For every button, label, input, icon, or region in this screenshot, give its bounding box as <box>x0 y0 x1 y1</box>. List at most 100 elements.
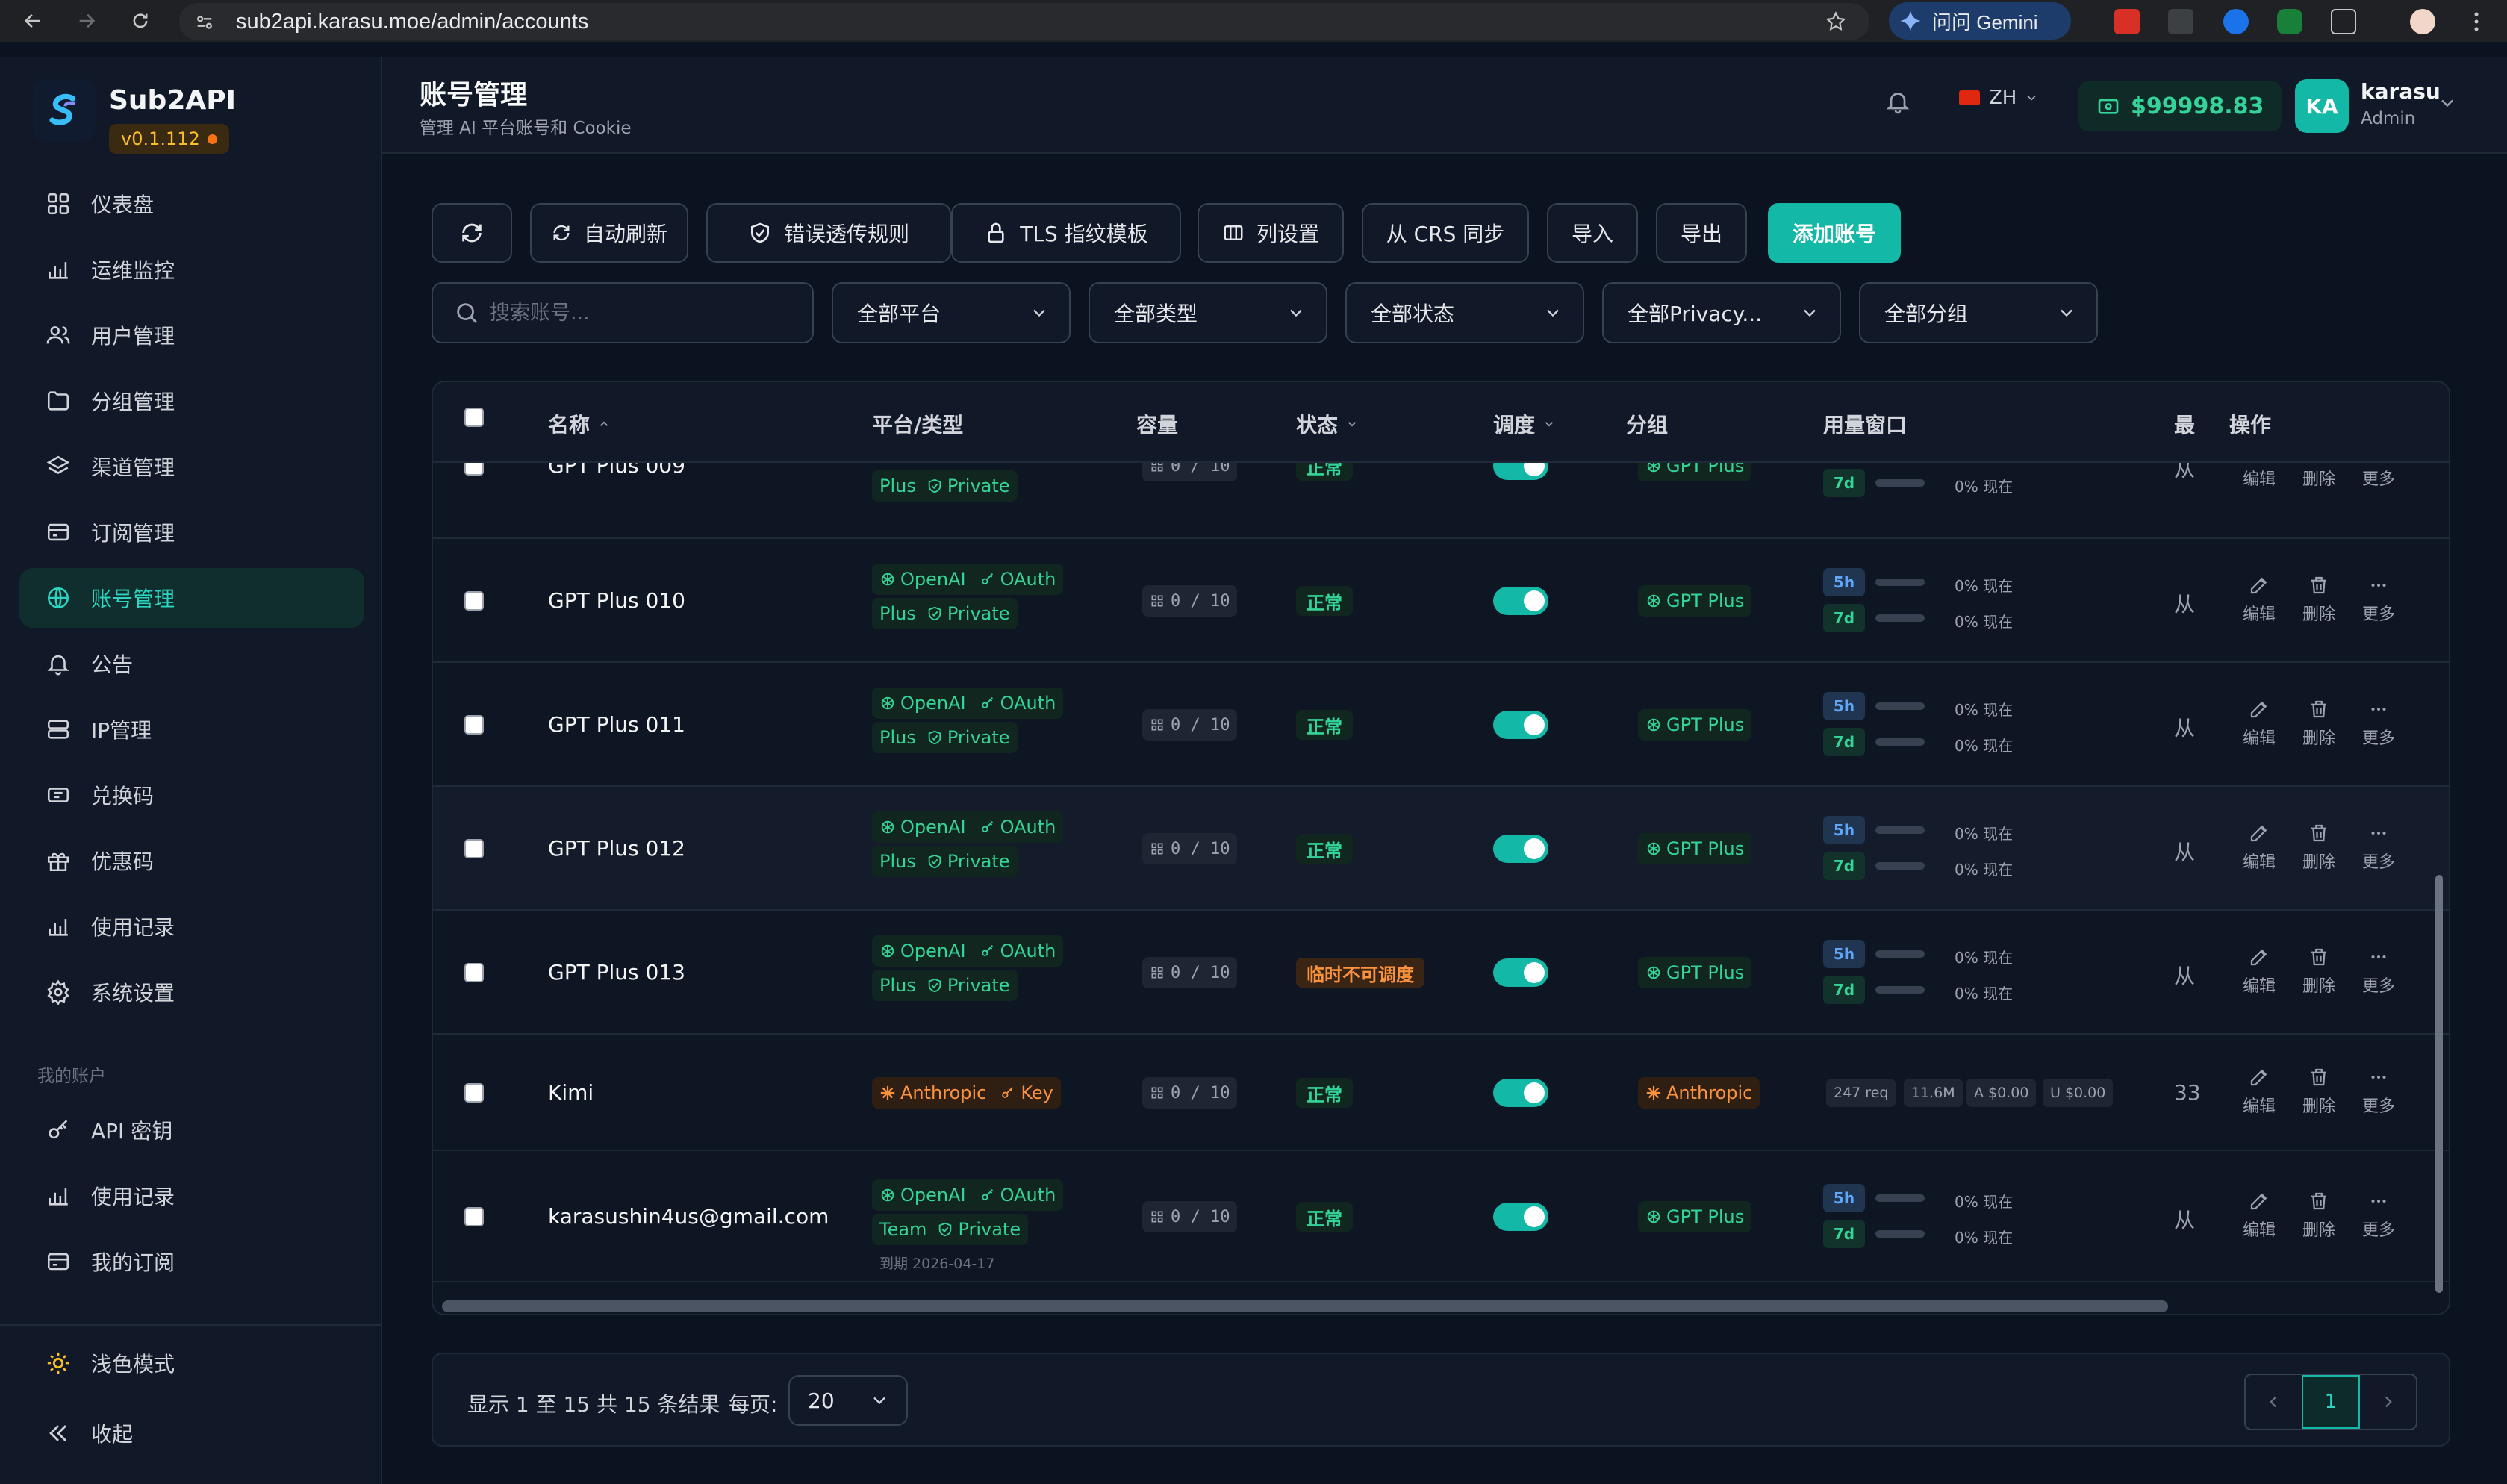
sidebar-item-4[interactable]: 渠道管理 <box>19 437 364 496</box>
bookmark-star-icon[interactable] <box>1825 10 1847 33</box>
th-status[interactable]: 状态 <box>1296 409 1359 439</box>
sidebar-item-11[interactable]: 使用记录 <box>19 897 364 956</box>
my-item-0[interactable]: API 密钥 <box>19 1100 364 1160</box>
delete-action[interactable]: 删除 <box>2296 1066 2341 1117</box>
collapse-sidebar-button[interactable]: 收起 <box>19 1403 364 1463</box>
user-avatar[interactable]: KA <box>2295 79 2349 133</box>
th-name[interactable]: 名称 <box>548 409 611 439</box>
account-name[interactable]: GPT Plus 010 <box>548 588 685 613</box>
horizontal-scrollbar[interactable] <box>442 1300 2168 1312</box>
table-row[interactable]: GPT Plus 013 OpenAI OAuth Plus Private 0 / 10… <box>433 911 2449 1035</box>
gemini-button[interactable]: 问问 Gemini <box>1889 2 2071 40</box>
edit-action[interactable]: 编辑 <box>2237 1066 2282 1117</box>
schedule-toggle[interactable] <box>1493 958 1548 987</box>
more-action[interactable]: 更多 <box>2356 1066 2401 1117</box>
next-page-button[interactable] <box>2360 1375 2416 1429</box>
edit-action[interactable]: 编辑 <box>2237 698 2282 749</box>
language-selector[interactable]: ZH <box>1959 87 2039 109</box>
edit-action[interactable]: 编辑 <box>2237 822 2282 873</box>
sidebar-item-12[interactable]: 系统设置 <box>19 962 364 1022</box>
extension-password-icon[interactable] <box>2223 9 2249 34</box>
delete-action[interactable]: 删除 <box>2296 946 2341 997</box>
account-name[interactable]: Kimi <box>548 1080 594 1105</box>
more-action[interactable]: 更多 <box>2356 574 2401 625</box>
schedule-toggle[interactable] <box>1493 587 1548 615</box>
sidebar-item-0[interactable]: 仪表盘 <box>19 174 364 234</box>
sidebar-item-9[interactable]: 兑换码 <box>19 765 364 825</box>
user-menu-chevron-icon[interactable] <box>2437 93 2458 113</box>
edit-action[interactable]: 编辑 <box>2237 1190 2282 1241</box>
forward-icon[interactable] <box>73 7 100 34</box>
privacy-filter[interactable]: 全部Privacy... <box>1602 282 1841 343</box>
page-1-button[interactable]: 1 <box>2301 1375 2361 1429</box>
sidebar-item-8[interactable]: IP管理 <box>19 699 364 759</box>
schedule-toggle[interactable] <box>1493 1203 1548 1231</box>
my-item-2[interactable]: 我的订阅 <box>19 1232 364 1291</box>
profile-avatar-icon[interactable] <box>2410 9 2435 34</box>
edit-action[interactable]: 编辑 <box>2237 946 2282 997</box>
schedule-toggle[interactable] <box>1493 1079 1548 1107</box>
search-box[interactable] <box>432 282 814 343</box>
type-filter[interactable]: 全部类型 <box>1089 282 1327 343</box>
refresh-button[interactable] <box>432 203 512 263</box>
vertical-scrollbar[interactable] <box>2435 875 2443 1293</box>
error-rules-button[interactable]: 错误透传规则 <box>706 203 951 263</box>
extensions-puzzle-icon[interactable] <box>2331 9 2356 34</box>
notification-bell-icon[interactable] <box>1884 88 1911 115</box>
row-checkbox[interactable] <box>464 1207 484 1226</box>
more-action[interactable]: 更多 <box>2356 822 2401 873</box>
delete-action[interactable]: 删除 <box>2296 1190 2341 1241</box>
table-row[interactable]: GPT Plus 009 Plus Private 0 / 10 正常 GPT Plus 7… <box>433 441 2449 539</box>
account-name[interactable]: karasushin4us@gmail.com <box>548 1204 829 1229</box>
search-input[interactable] <box>490 301 788 325</box>
user-name[interactable]: karasu <box>2352 79 2441 104</box>
select-all-checkbox[interactable] <box>464 408 484 427</box>
per-page-select[interactable]: 20 <box>788 1375 908 1426</box>
address-bar[interactable]: sub2api.karasu.moe/admin/accounts <box>179 3 1869 40</box>
table-row[interactable]: karasushin4us@gmail.com OpenAI OAuth Team Pr… <box>433 1151 2449 1282</box>
more-action[interactable]: 更多 <box>2356 1190 2401 1241</box>
schedule-toggle[interactable] <box>1493 711 1548 739</box>
my-item-1[interactable]: 使用记录 <box>19 1166 364 1226</box>
auto-refresh-button[interactable]: 自动刷新 <box>530 203 688 263</box>
schedule-toggle[interactable] <box>1493 835 1548 863</box>
column-settings-button[interactable]: 列设置 <box>1198 203 1344 263</box>
extension-s-icon[interactable] <box>2114 9 2140 34</box>
table-row[interactable]: GPT Plus 011 OpenAI OAuth Plus Private 0 / 10… <box>433 663 2449 787</box>
row-checkbox[interactable] <box>464 839 484 858</box>
sidebar-item-5[interactable]: 订阅管理 <box>19 502 364 562</box>
delete-action[interactable]: 删除 <box>2296 822 2341 873</box>
browser-menu-icon[interactable] <box>2464 9 2489 34</box>
theme-toggle[interactable]: 浅色模式 <box>19 1333 364 1393</box>
group-filter[interactable]: 全部分组 <box>1859 282 2098 343</box>
reload-icon[interactable] <box>127 7 154 34</box>
sidebar-item-7[interactable]: 公告 <box>19 634 364 693</box>
row-checkbox[interactable] <box>464 715 484 735</box>
account-name[interactable]: GPT Plus 013 <box>548 960 685 985</box>
extension-glasses-icon[interactable] <box>2168 9 2193 34</box>
th-schedule[interactable]: 调度 <box>1493 409 1556 439</box>
sidebar-item-3[interactable]: 分组管理 <box>19 371 364 431</box>
delete-action[interactable]: 删除 <box>2296 698 2341 749</box>
status-filter[interactable]: 全部状态 <box>1345 282 1584 343</box>
add-account-button[interactable]: 添加账号 <box>1768 203 1901 263</box>
balance-badge[interactable]: $99998.83 <box>2078 81 2282 131</box>
site-settings-icon[interactable] <box>194 12 215 33</box>
edit-action[interactable]: 编辑 <box>2237 574 2282 625</box>
extension-shield-icon[interactable] <box>2277 9 2302 34</box>
export-button[interactable]: 导出 <box>1656 203 1747 263</box>
back-icon[interactable] <box>19 7 46 34</box>
more-action[interactable]: 更多 <box>2356 698 2401 749</box>
sidebar-item-6[interactable]: 账号管理 <box>19 568 364 628</box>
platform-filter[interactable]: 全部平台 <box>832 282 1071 343</box>
crs-sync-button[interactable]: 从 CRS 同步 <box>1362 203 1529 263</box>
sidebar-item-2[interactable]: 用户管理 <box>19 305 364 365</box>
tls-template-button[interactable]: TLS 指纹模板 <box>951 203 1181 263</box>
table-row[interactable]: Kimi Anthropic Key 0 / 10 正常 Anthropic 247 req… <box>433 1035 2449 1151</box>
table-row[interactable]: GPT Plus 010 OpenAI OAuth Plus Private 0 / 10… <box>433 539 2449 663</box>
row-checkbox[interactable] <box>464 1083 484 1103</box>
sidebar-item-10[interactable]: 优惠码 <box>19 831 364 891</box>
account-name[interactable]: GPT Plus 012 <box>548 836 685 861</box>
prev-page-button[interactable] <box>2246 1375 2302 1429</box>
more-action[interactable]: 更多 <box>2356 946 2401 997</box>
